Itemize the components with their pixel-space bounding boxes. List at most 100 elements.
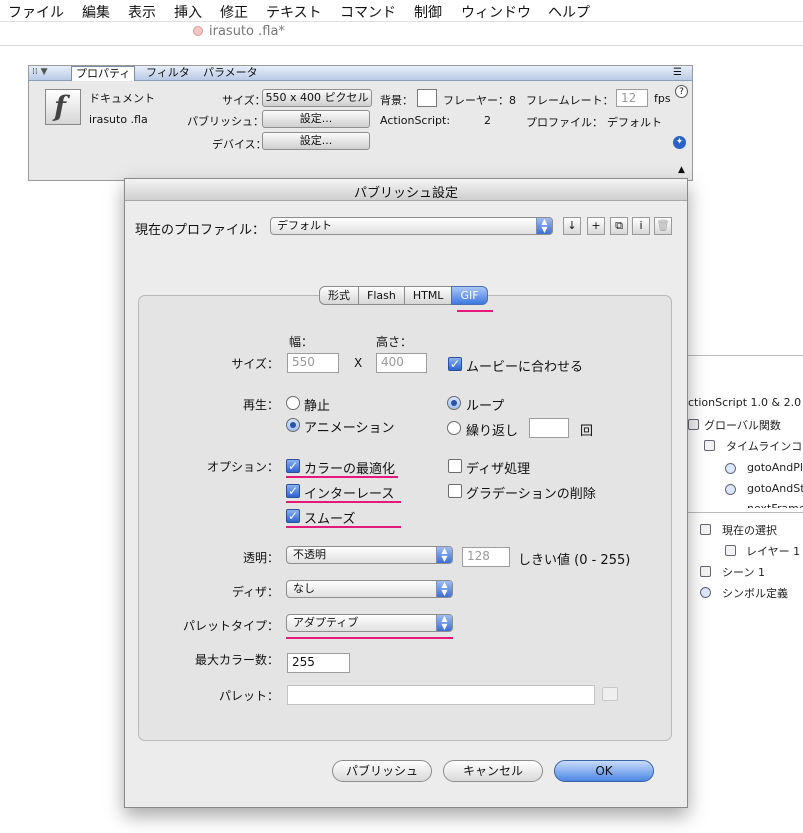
smooth-label: スムーズ (304, 512, 356, 527)
palette-path-input[interactable] (287, 685, 595, 705)
document-icon (193, 26, 203, 36)
repeat-count-input[interactable] (529, 418, 569, 438)
tab-flash[interactable]: Flash (358, 286, 405, 305)
optimize-colors-label: カラーの最適化 (304, 462, 396, 477)
tab-gif[interactable]: GIF (451, 286, 488, 305)
dither-select-value: なし (293, 582, 315, 595)
import-export-button[interactable]: ↓ (563, 217, 581, 235)
menu-insert[interactable]: 挿入 (174, 2, 202, 22)
menu-modify[interactable]: 修正 (220, 2, 248, 22)
menu-edit[interactable]: 編集 (82, 2, 110, 22)
actions-row-scene1[interactable]: シーン 1 (722, 564, 765, 580)
highlight-underline (286, 476, 398, 478)
palette-type-select-value: アダプティブ (293, 616, 359, 629)
transparent-select[interactable]: 不透明 ▲ ▼ (286, 546, 453, 564)
actions-row-symbols[interactable]: シンボル定義 (722, 585, 788, 601)
match-movie-checkbox[interactable]: ✓ (448, 357, 462, 371)
palette-label: パレット： (218, 689, 279, 703)
loop-radio[interactable] (447, 396, 461, 410)
threshold-input[interactable]: 128 (462, 547, 510, 567)
static-radio[interactable] (286, 396, 300, 410)
tab-formats[interactable]: 形式 (319, 286, 359, 305)
menu-view[interactable]: 表示 (128, 2, 156, 22)
fps-label: fps (654, 92, 671, 105)
actions-row-gotoandstop[interactable]: gotoAndSt (747, 482, 803, 495)
help-icon[interactable]: ? (675, 85, 688, 98)
actions-row-global[interactable]: グローバル関数 (704, 417, 781, 433)
transparent-label: 透明： (242, 551, 279, 565)
device-settings-button[interactable]: 設定... (262, 132, 370, 150)
loop-label: ループ (466, 399, 505, 414)
updown-arrow-icon: ▲ ▼ (436, 581, 452, 597)
menu-file[interactable]: ファイル (8, 2, 64, 22)
dialog-titlebar[interactable]: パブリッシュ設定 (125, 179, 687, 201)
properties-tab-bar: ⁞⁞ ▼ プロパティ フィルタ パラメータ ☰ (29, 66, 692, 81)
actions-row-layer1[interactable]: レイヤー 1 (746, 543, 800, 559)
grip-icon[interactable]: ⁞⁞ ▼ (32, 67, 48, 77)
tab-parameters[interactable]: パラメータ (199, 66, 262, 81)
layer-icon (725, 545, 736, 556)
animation-radio[interactable] (286, 418, 300, 432)
background-label: 背景： (380, 94, 413, 107)
repeat-radio[interactable] (447, 421, 461, 435)
dither-solids-label: ディザ処理 (466, 462, 531, 477)
static-label: 静止 (304, 399, 331, 414)
document-tab[interactable]: irasuto .fla* (193, 24, 285, 39)
delete-profile-button[interactable]: 🗑 (654, 217, 672, 235)
publish-settings-dialog: パブリッシュ設定 現在のプロファイル： デフォルト ▲ ▼ ↓ + ⧉ i 🗑 形… (124, 178, 688, 808)
actions-row-gotoandplay[interactable]: gotoAndPl (747, 461, 803, 474)
doc-type: ドキュメント (89, 92, 155, 105)
remove-gradients-label: グラデーションの削除 (466, 487, 596, 502)
smooth-checkbox[interactable]: ✓ (286, 509, 300, 523)
dither-solids-checkbox[interactable] (448, 459, 462, 473)
add-profile-button[interactable]: + (587, 217, 605, 235)
max-colors-input[interactable]: 255 (287, 653, 350, 673)
ok-button[interactable]: OK (554, 760, 654, 782)
interlace-checkbox[interactable]: ✓ (286, 484, 300, 498)
highlight-underline (286, 637, 453, 639)
dither-label: ディザ： (231, 585, 279, 599)
actions-header: ctionScript 1.0 & 2.0 (688, 396, 802, 409)
size-button[interactable]: 550 x 400 ピクセル (262, 89, 372, 107)
cancel-button[interactable]: キャンセル (443, 760, 543, 782)
width-input[interactable]: 550 (287, 353, 339, 373)
actions-row-current-selection[interactable]: 現在の選択 (722, 522, 777, 538)
x-label: X (354, 356, 363, 370)
publish-settings-button[interactable]: 設定... (262, 110, 370, 128)
framerate-label: フレームレート： (526, 94, 614, 107)
dither-select[interactable]: なし ▲ ▼ (286, 580, 453, 598)
menu-window[interactable]: ウィンドウ (461, 2, 531, 22)
profile-info-button[interactable]: i (632, 217, 650, 235)
collapse-arrow-icon[interactable]: ▲ (678, 165, 685, 175)
interlace-label: インターレース (304, 487, 395, 502)
dialog-title: パブリッシュ設定 (353, 186, 458, 201)
action-icon (725, 484, 736, 495)
repeat-label: 繰り返し (466, 424, 519, 439)
publish-button[interactable]: パブリッシュ (332, 760, 432, 782)
menu-text[interactable]: テキスト (266, 2, 322, 22)
menu-commands[interactable]: コマンド (340, 2, 396, 22)
menu-help[interactable]: ヘルプ (548, 2, 590, 22)
actionscript-label: ActionScript: (380, 114, 451, 127)
palette-type-select[interactable]: アダプティブ ▲ ▼ (286, 614, 453, 632)
height-label: 高さ： (376, 335, 413, 349)
remove-gradients-checkbox[interactable] (448, 484, 462, 498)
tab-properties[interactable]: プロパティ (71, 66, 136, 81)
actions-row-nextframe[interactable]: nextFrame (747, 502, 803, 508)
duplicate-profile-button[interactable]: ⧉ (610, 217, 628, 235)
actions-row-timeline[interactable]: タイムラインコ (726, 438, 802, 454)
optimize-colors-checkbox[interactable]: ✓ (286, 459, 300, 473)
background-color-swatch[interactable] (417, 89, 437, 107)
accessibility-icon[interactable]: ✦ (673, 136, 686, 149)
size-label: サイズ： (231, 357, 279, 371)
framerate-input[interactable]: 12 (616, 89, 648, 107)
profile-select[interactable]: デフォルト ▲ ▼ (270, 217, 553, 235)
folder-icon[interactable] (602, 687, 618, 701)
tab-html[interactable]: HTML (403, 286, 453, 305)
file-name: irasuto .fla (89, 113, 148, 126)
height-input[interactable]: 400 (376, 353, 427, 373)
tab-filters[interactable]: フィルタ (142, 66, 194, 81)
panel-options-icon[interactable]: ☰ (673, 67, 682, 78)
actionscript-value: 2 (484, 114, 491, 127)
menu-control[interactable]: 制御 (414, 2, 442, 22)
